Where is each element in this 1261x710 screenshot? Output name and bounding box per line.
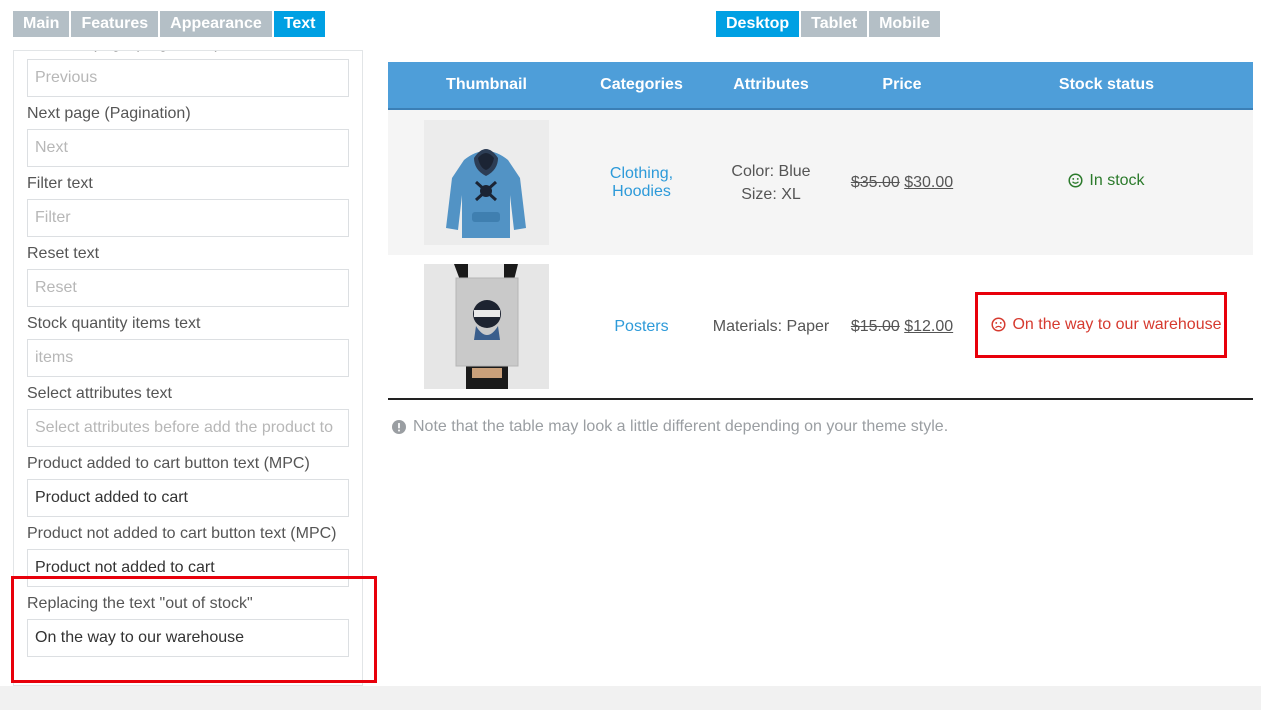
stock-status: On the way to our warehouse	[991, 315, 1222, 334]
table-header: Thumbnail Categories Attributes Price St…	[388, 62, 1253, 110]
frown-icon	[991, 317, 1007, 332]
note-text: Note that the table may look a little di…	[413, 418, 949, 435]
field-label: Product added to cart button text (MPC)	[27, 455, 310, 472]
header-thumbnail: Thumbnail	[446, 76, 527, 93]
settings-tabs: Main Features Appearance Text	[13, 11, 326, 37]
new-price: $30.00	[904, 174, 954, 191]
old-price: $15.00	[850, 318, 900, 335]
header-attributes: Attributes	[733, 76, 809, 93]
poster-image[interactable]	[424, 264, 549, 389]
text-settings-panel: Previous page (Pagination) Next page (Pa…	[13, 50, 363, 686]
next-page-input[interactable]	[27, 129, 349, 167]
select-attributes-input[interactable]	[27, 409, 349, 447]
field-select-attributes: Select attributes text	[27, 379, 350, 449]
hoodie-image[interactable]	[424, 120, 549, 245]
previous-page-input[interactable]	[27, 59, 349, 97]
out-of-stock-input[interactable]	[27, 619, 349, 657]
stock-text: In stock	[1089, 171, 1145, 189]
attributes-cell: Color: Blue Size: XL	[698, 160, 844, 206]
reset-text-input[interactable]	[27, 269, 349, 307]
attribute-color: Color: Blue	[731, 162, 811, 180]
field-label: Select attributes text	[27, 385, 172, 402]
field-filter-text: Filter text	[27, 169, 350, 239]
field-product-not-added: Product not added to cart button text (M…	[27, 519, 350, 589]
smile-icon	[1068, 173, 1083, 188]
attribute-size: Size: XL	[741, 185, 801, 203]
theme-note: Note that the table may look a little di…	[392, 418, 948, 436]
category-link[interactable]: Posters	[614, 318, 668, 335]
attributes-cell: Materials: Paper	[698, 315, 844, 338]
header-price: Price	[882, 76, 922, 93]
preview-table: Thumbnail Categories Attributes Price St…	[388, 62, 1253, 400]
tab-mobile[interactable]: Mobile	[869, 11, 940, 37]
tab-features[interactable]: Features	[71, 11, 159, 37]
field-label: Filter text	[27, 175, 93, 192]
old-price: $35.00	[850, 174, 900, 191]
new-price: $12.00	[904, 318, 954, 335]
category-link[interactable]: Clothing, Hoodies	[610, 165, 673, 200]
bottom-strip	[0, 686, 1261, 710]
stock-quantity-input[interactable]	[27, 339, 349, 377]
field-out-of-stock: Replacing the text "out of stock"	[27, 589, 350, 659]
product-not-added-input[interactable]	[27, 549, 349, 587]
exclamation-icon	[392, 420, 406, 434]
tab-main[interactable]: Main	[13, 11, 70, 37]
filter-text-input[interactable]	[27, 199, 349, 237]
stock-cell: On the way to our warehouse	[960, 316, 1253, 338]
table-row: Clothing, Hoodies Color: Blue Size: XL $…	[388, 110, 1253, 255]
field-label: Previous page (Pagination)	[27, 51, 350, 59]
device-tabs: Desktop Tablet Mobile	[716, 11, 940, 37]
field-reset-text: Reset text	[27, 239, 350, 309]
header-categories: Categories	[600, 76, 683, 93]
stock-text: On the way to our warehouse	[1012, 315, 1222, 333]
tab-desktop[interactable]: Desktop	[716, 11, 800, 37]
price-cell: $15.00 $12.00	[844, 315, 960, 338]
tab-text[interactable]: Text	[273, 11, 326, 37]
stock-cell: In stock	[960, 172, 1253, 194]
product-added-input[interactable]	[27, 479, 349, 517]
field-label: Stock quantity items text	[27, 315, 201, 332]
field-product-added: Product added to cart button text (MPC)	[27, 449, 350, 519]
header-stock-status: Stock status	[1058, 76, 1155, 93]
tab-appearance[interactable]: Appearance	[160, 11, 272, 37]
field-previous-page: Previous page (Pagination)	[27, 51, 350, 99]
stock-status: In stock	[1068, 171, 1145, 190]
field-label: Reset text	[27, 245, 100, 262]
tab-tablet[interactable]: Tablet	[801, 11, 868, 37]
price-cell: $35.00 $30.00	[844, 171, 960, 194]
attribute-materials: Materials: Paper	[712, 318, 830, 335]
page: Main Features Appearance Text Desktop Ta…	[0, 0, 1261, 686]
field-label: Product not added to cart button text (M…	[27, 525, 337, 542]
field-stock-quantity: Stock quantity items text	[27, 309, 350, 379]
field-next-page: Next page (Pagination)	[27, 99, 350, 169]
field-label: Next page (Pagination)	[27, 105, 191, 122]
field-label: Replacing the text "out of stock"	[27, 595, 253, 612]
table-row: Posters Materials: Paper $15.00 $12.00 O…	[388, 255, 1253, 400]
